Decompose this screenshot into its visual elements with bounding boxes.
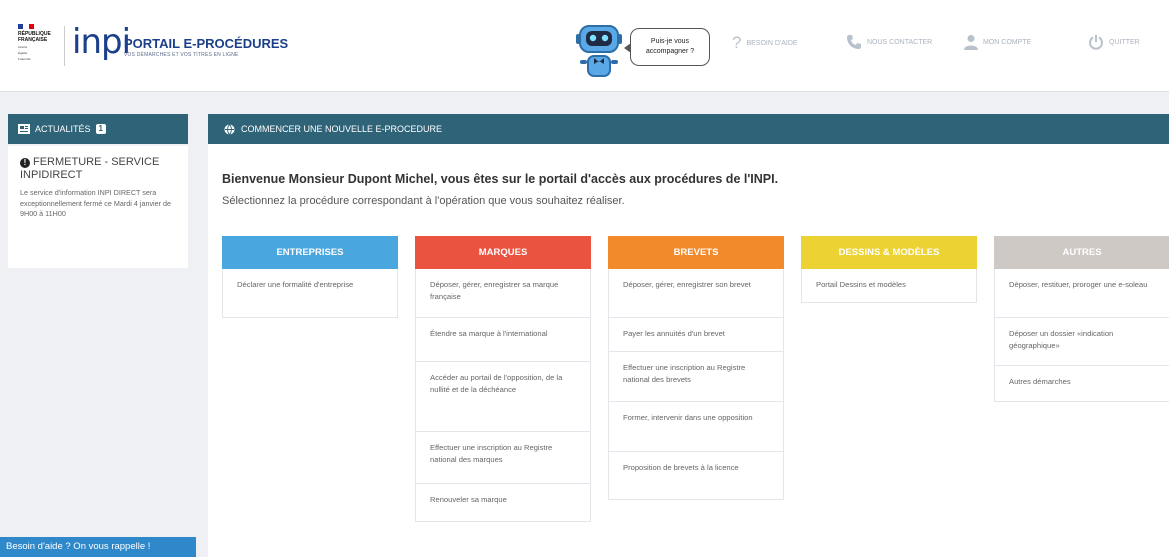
- logo-divider: [64, 26, 65, 66]
- column-header-entreprises[interactable]: ENTREPRISES: [222, 236, 398, 269]
- column-autres: AUTRES Déposer, restituer, proroger une …: [994, 236, 1169, 402]
- procedure-link[interactable]: Déposer un dossier «indication géographi…: [994, 318, 1169, 366]
- news-card: ! FERMETURE - SERVICE INPIDIRECT Le servi…: [8, 146, 188, 268]
- power-icon: [1089, 35, 1103, 50]
- actualites-header: ACTUALITÉS 1: [8, 114, 188, 144]
- column-header-marques[interactable]: MARQUES: [415, 236, 591, 269]
- procedure-link[interactable]: Renouveler sa marque: [415, 484, 591, 522]
- rf-motto-2: Égalité: [18, 51, 28, 55]
- nav-account-label: MON COMPTE: [983, 38, 1032, 46]
- bubble-line-1: Puis-je vous: [650, 38, 690, 45]
- nav-contact[interactable]: NOUS CONTACTER: [846, 34, 932, 50]
- flag-icon: [18, 24, 34, 29]
- site-header: RÉPUBLIQUE FRANÇAISE Liberté Égalité Fra…: [0, 0, 1169, 92]
- procedure-link[interactable]: Autres démarches: [994, 366, 1169, 402]
- info-icon: !: [20, 158, 30, 168]
- column-header-dessins-modeles[interactable]: DESSINS & MODÈLES: [801, 236, 977, 269]
- callback-help-button[interactable]: Besoin d'aide ? On vous rappelle !: [0, 537, 196, 557]
- procedure-link[interactable]: Portail Dessins et modèles: [801, 269, 977, 303]
- newspaper-icon: [18, 124, 30, 134]
- nav-logout[interactable]: QUITTER: [1088, 34, 1140, 50]
- procedure-link[interactable]: Déclarer une formalité d'entreprise: [222, 269, 398, 318]
- procedure-link[interactable]: Effectuer une inscription au Registre na…: [608, 352, 784, 402]
- phone-icon: [847, 35, 861, 49]
- column-entreprises: ENTREPRISES Déclarer une formalité d'ent…: [222, 236, 398, 318]
- nav-logout-label: QUITTER: [1109, 38, 1140, 46]
- bubble-line-2: accompagner ?: [645, 48, 695, 55]
- procedure-link[interactable]: Déposer, gérer, enregistrer sa marque fr…: [415, 269, 591, 318]
- instruction-text: Sélectionnez la procédure correspondant …: [222, 195, 625, 207]
- column-marques: MARQUES Déposer, gérer, enregistrer sa m…: [415, 236, 591, 522]
- globe-icon: [224, 123, 235, 135]
- nav-account[interactable]: MON COMPTE: [964, 34, 1031, 50]
- portal-title[interactable]: PORTAIL E-PROCÉDURES: [124, 36, 288, 51]
- nav-help-label: BESOIN D'AIDE: [746, 39, 798, 47]
- nav-help[interactable]: ? BESOIN D'AIDE: [732, 34, 798, 52]
- welcome-message: Bienvenue Monsieur Dupont Michel, vous ê…: [222, 172, 779, 186]
- procedure-link[interactable]: Étendre sa marque à l'international: [415, 318, 591, 362]
- nav-contact-label: NOUS CONTACTER: [867, 38, 933, 46]
- rf-line-2: FRANÇAISE: [18, 37, 48, 43]
- assistant-robot-icon[interactable]: [574, 20, 624, 82]
- procedure-link[interactable]: Effectuer une inscription au Registre na…: [415, 432, 591, 484]
- actualites-title: ACTUALITÉS: [35, 124, 91, 134]
- rf-motto-3: Fraternité: [18, 57, 31, 61]
- procedure-link[interactable]: Déposer, restituer, proroger une e-solea…: [994, 269, 1169, 318]
- procedure-link[interactable]: Accéder au portail de l'opposition, de l…: [415, 362, 591, 432]
- portal-subtitle: VOS DÉMARCHES ET VOS TITRES EN LIGNE: [124, 52, 239, 58]
- news-title-row: ! FERMETURE - SERVICE INPIDIRECT: [20, 156, 176, 182]
- question-icon: ?: [732, 33, 742, 52]
- republique-francaise-logo: RÉPUBLIQUE FRANÇAISE Liberté Égalité Fra…: [18, 24, 60, 61]
- main-panel: Bienvenue Monsieur Dupont Michel, vous ê…: [208, 144, 1169, 557]
- news-count-badge: 1: [95, 124, 106, 134]
- column-header-brevets[interactable]: BREVETS: [608, 236, 784, 269]
- news-title: FERMETURE - SERVICE INPIDIRECT: [20, 156, 160, 181]
- main-title: COMMENCER UNE NOUVELLE E-PROCEDURE: [241, 124, 443, 134]
- user-icon: [964, 35, 978, 50]
- new-procedure-header: COMMENCER UNE NOUVELLE E-PROCEDURE: [208, 114, 1169, 144]
- procedure-link[interactable]: Proposition de brevets à la licence: [608, 452, 784, 500]
- column-dessins-modeles: DESSINS & MODÈLES Portail Dessins et mod…: [801, 236, 977, 303]
- news-body: Le service d'information INPI DIRECT ser…: [20, 188, 172, 218]
- column-header-autres[interactable]: AUTRES: [994, 236, 1169, 269]
- column-brevets: BREVETS Déposer, gérer, enregistrer son …: [608, 236, 784, 500]
- procedure-link[interactable]: Déposer, gérer, enregistrer son brevet: [608, 269, 784, 318]
- rf-motto-1: Liberté: [18, 45, 28, 49]
- procedure-link[interactable]: Former, intervenir dans une opposition: [608, 402, 784, 452]
- inpi-logo[interactable]: inpi: [72, 22, 131, 62]
- assistant-bubble[interactable]: Puis-je vous accompagner ?: [624, 28, 710, 66]
- procedure-link[interactable]: Payer les annuités d'un brevet: [608, 318, 784, 352]
